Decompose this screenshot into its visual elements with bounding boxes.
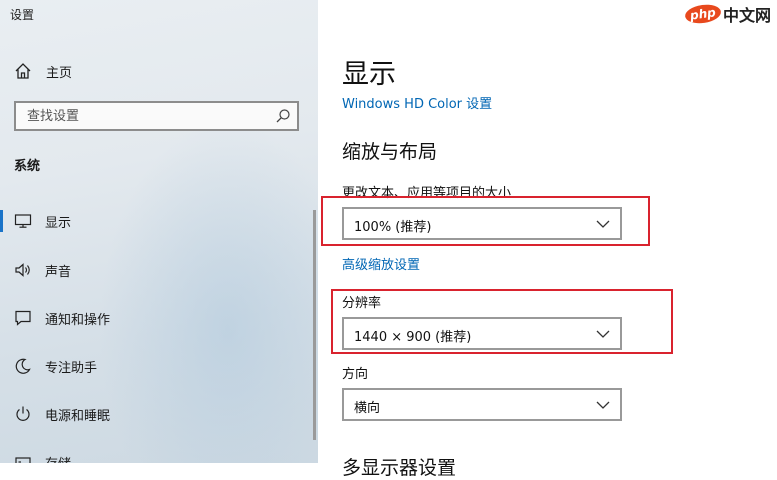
- multiple-displays-heading: 多显示器设置: [342, 457, 457, 479]
- sidebar-item-label: 专注助手: [45, 360, 98, 376]
- resolution-label: 分辨率: [342, 296, 382, 311]
- sidebar-section-title: 系统: [14, 159, 41, 174]
- orientation-value: 横向: [354, 401, 381, 416]
- speaker-icon: [14, 261, 32, 279]
- settings-sidebar: 设置 主页 系统 显示 声音 通知和操作: [0, 0, 318, 463]
- chevron-down-icon: [596, 401, 610, 409]
- sidebar-item-notifications[interactable]: 通知和操作: [0, 303, 300, 333]
- orientation-label: 方向: [342, 367, 369, 382]
- search-box[interactable]: [14, 101, 299, 131]
- sidebar-item-label: 声音: [45, 264, 72, 280]
- sidebar-item-focus-assist[interactable]: 专注助手: [0, 351, 300, 381]
- sidebar-item-storage[interactable]: 存储: [0, 447, 300, 463]
- sidebar-item-label: 存储: [45, 453, 71, 464]
- sidebar-scrollbar[interactable]: [313, 210, 316, 440]
- sidebar-item-display[interactable]: 显示: [0, 206, 300, 236]
- resolution-dropdown[interactable]: 1440 × 900 (推荐): [342, 317, 622, 350]
- monitor-icon: [14, 212, 32, 230]
- sidebar-item-label: 通知和操作: [45, 312, 111, 328]
- notification-icon: [14, 309, 32, 327]
- search-icon[interactable]: [275, 108, 291, 124]
- home-nav-item[interactable]: 主页: [14, 60, 72, 82]
- window-title: 设置: [10, 8, 35, 22]
- php-logo: php: [684, 2, 723, 26]
- chevron-down-icon: [596, 330, 610, 338]
- page-title: 显示: [342, 59, 396, 90]
- display-settings-content: 显示 Windows HD Color 设置 缩放与布局 更改文本、应用等项目的…: [318, 0, 777, 479]
- sidebar-item-label: 显示: [45, 215, 72, 231]
- power-icon: [14, 405, 32, 423]
- sidebar-item-sound[interactable]: 声音: [0, 255, 300, 285]
- scale-label: 更改文本、应用等项目的大小: [342, 186, 512, 201]
- sidebar-item-power[interactable]: 电源和睡眠: [0, 399, 300, 429]
- scale-layout-heading: 缩放与布局: [342, 141, 438, 163]
- home-label: 主页: [46, 65, 73, 81]
- sidebar-item-label: 电源和睡眠: [45, 408, 111, 424]
- advanced-scaling-link[interactable]: 高级缩放设置: [342, 254, 420, 273]
- chevron-down-icon: [596, 220, 610, 228]
- storage-icon: [14, 453, 32, 463]
- focus-assist-icon: [14, 357, 32, 375]
- search-input[interactable]: [25, 108, 269, 125]
- site-watermark: php 中文网: [684, 2, 771, 26]
- home-icon: [15, 63, 31, 79]
- hd-color-settings-link[interactable]: Windows HD Color 设置: [342, 93, 492, 112]
- orientation-dropdown[interactable]: 横向: [342, 388, 622, 421]
- scale-dropdown[interactable]: 100% (推荐): [342, 207, 622, 240]
- resolution-value: 1440 × 900 (推荐): [354, 330, 472, 345]
- watermark-text: 中文网: [722, 6, 771, 25]
- scale-value: 100% (推荐): [354, 220, 432, 235]
- active-indicator: [0, 210, 3, 232]
